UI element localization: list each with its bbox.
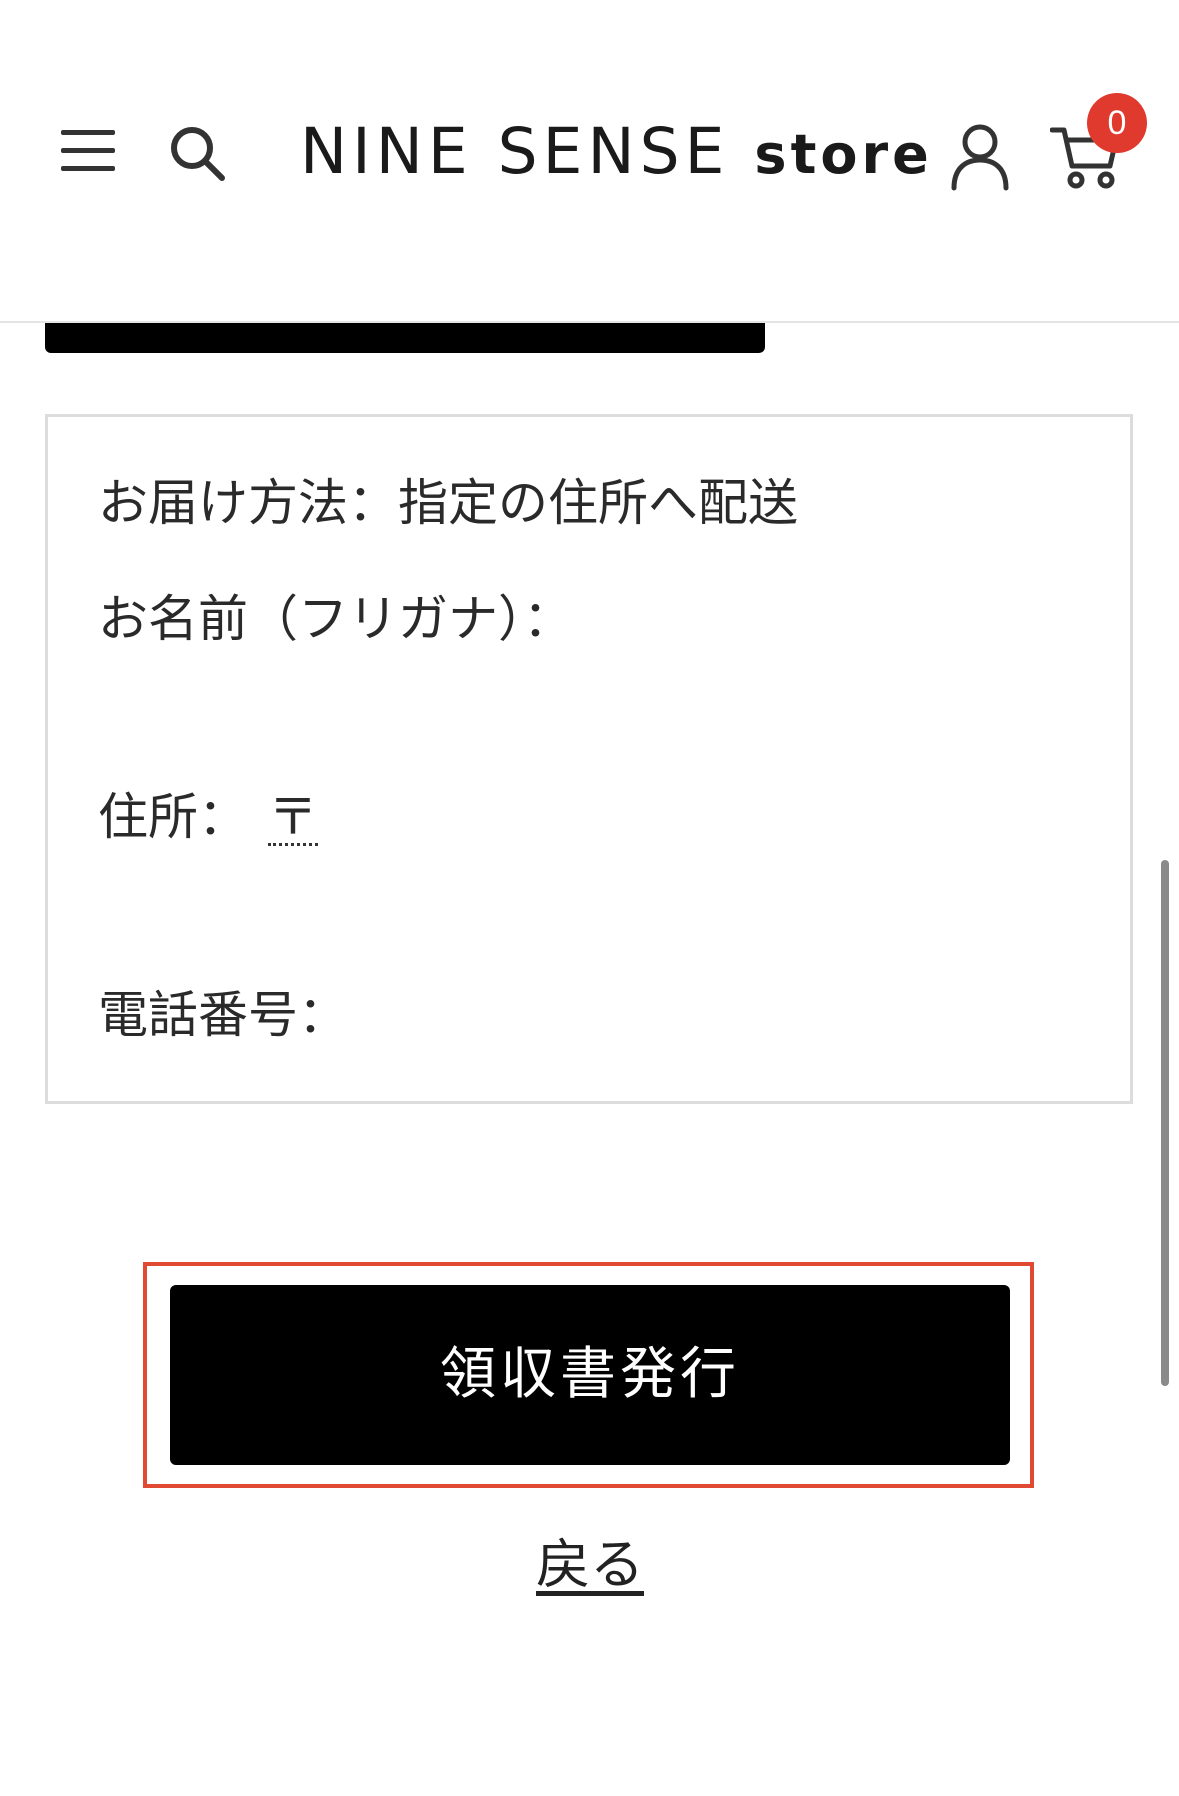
address-label: 住所： bbox=[98, 788, 248, 846]
cart-count-badge: 0 bbox=[1087, 93, 1147, 153]
page: NINE SENSE store 0 お届け方法：指定の住所へ配送 お名前（フリ… bbox=[0, 0, 1179, 1796]
postal-code-mark: 〒 bbox=[268, 788, 318, 846]
account-button[interactable] bbox=[948, 122, 1012, 192]
logo-suffix: store bbox=[754, 123, 933, 186]
address-row: 住所： 〒 bbox=[98, 787, 318, 847]
delivery-info-box: お届け方法：指定の住所へ配送 お名前（フリガナ）： 住所： 〒 電話番号： bbox=[45, 414, 1133, 1104]
store-logo[interactable]: NINE SENSE store bbox=[300, 108, 940, 196]
hamburger-line bbox=[61, 166, 115, 171]
phone-label: 電話番号： bbox=[98, 986, 348, 1044]
issue-receipt-button[interactable]: 領収書発行 bbox=[170, 1285, 1010, 1465]
site-header: NINE SENSE store 0 bbox=[0, 0, 1179, 323]
hamburger-line bbox=[61, 148, 115, 153]
user-icon bbox=[951, 124, 1009, 191]
search-icon bbox=[171, 127, 225, 181]
delivery-method: お届け方法：指定の住所へ配送 bbox=[98, 474, 798, 532]
section-bar bbox=[45, 323, 765, 353]
logo-brand: NINE SENSE bbox=[300, 115, 730, 188]
menu-button[interactable] bbox=[58, 126, 120, 176]
back-link[interactable]: 戻る bbox=[490, 1530, 690, 1600]
scrollbar[interactable] bbox=[1161, 860, 1169, 1386]
hamburger-menu-icon bbox=[61, 130, 115, 135]
recipient-name-label: お名前（フリガナ）： bbox=[98, 590, 573, 648]
search-button[interactable] bbox=[166, 122, 230, 186]
